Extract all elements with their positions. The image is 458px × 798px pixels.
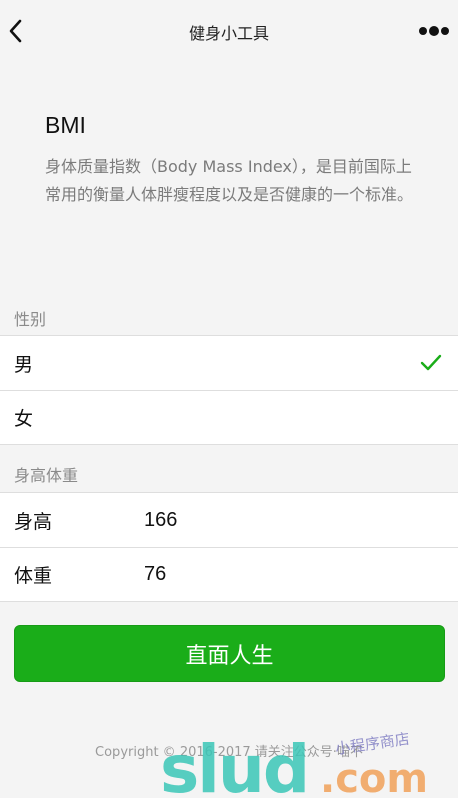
gender-section-label: 性别 <box>14 310 47 329</box>
weight-label: 体重 <box>14 564 53 587</box>
height-input[interactable]: 166 <box>144 509 177 532</box>
watermark-logo: slud .com 小程序商店 <box>160 730 428 798</box>
nav-bar: 健身小工具 <box>0 0 458 62</box>
more-dots-icon <box>419 26 449 36</box>
gender-option-male[interactable]: 男 <box>0 336 458 390</box>
height-label: 身高 <box>14 510 53 533</box>
gender-option-label: 女 <box>14 407 34 430</box>
gender-group: 男 女 <box>0 335 458 445</box>
body-section-label: 身高体重 <box>14 466 79 485</box>
checkmark-icon <box>420 354 442 371</box>
body-group: 身高 166 体重 76 <box>0 492 458 602</box>
intro-title: BMI <box>45 112 86 138</box>
intro-section: BMI 身体质量指数（Body Mass Index），是目前国际上常用的衡量人… <box>45 112 425 209</box>
calculate-button[interactable]: 直面人生 <box>14 625 445 682</box>
gender-option-female[interactable]: 女 <box>0 390 458 444</box>
intro-description: 身体质量指数（Body Mass Index），是目前国际上常用的衡量人体胖瘦程… <box>45 157 414 204</box>
weight-input[interactable]: 76 <box>144 563 166 586</box>
height-row[interactable]: 身高 166 <box>0 493 458 547</box>
gender-option-label: 男 <box>14 353 34 376</box>
svg-text:.com: .com <box>320 756 428 798</box>
copyright-text: Copyright © 2016-2017 请关注公众号·喵不 <box>95 745 363 760</box>
weight-row[interactable]: 体重 76 <box>0 547 458 601</box>
page-title: 健身小工具 <box>188 24 269 43</box>
more-button[interactable] <box>416 18 452 44</box>
